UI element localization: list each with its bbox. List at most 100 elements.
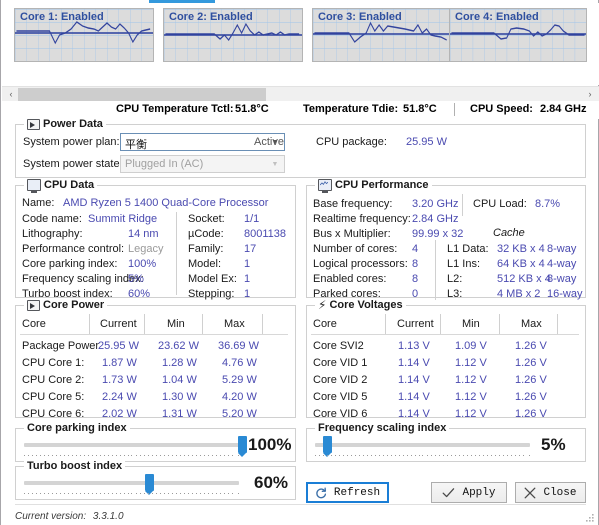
scrollbar-thumb[interactable] bbox=[18, 88, 266, 101]
table-cell: 5.29 W bbox=[222, 374, 257, 386]
core-graph-4[interactable]: Core 4: Enabled bbox=[449, 8, 587, 62]
table-row: Package Power bbox=[22, 340, 100, 352]
number-of-cores-value: 4 bbox=[412, 243, 419, 255]
l1-ins-label: L1 Ins: bbox=[447, 258, 481, 270]
chevron-down-icon: ▼ bbox=[271, 161, 279, 168]
power-data-title: Power Data bbox=[24, 118, 106, 130]
resize-grip-icon[interactable] bbox=[585, 513, 595, 523]
table-cell: 25.95 W bbox=[98, 340, 139, 352]
core-voltages-header-core: Core bbox=[313, 318, 337, 330]
lithography-value: 14 nm bbox=[128, 228, 159, 240]
close-button-label: Close bbox=[543, 486, 577, 499]
table-cell: 1.87 W bbox=[102, 357, 137, 369]
cpu-package-label: CPU package: bbox=[316, 136, 387, 148]
core-graph-4-label: Core 4: Enabled bbox=[455, 11, 539, 23]
version-value: 3.3.1.0 bbox=[92, 511, 124, 522]
frequency-scaling-index-label: Frequency scaling index: bbox=[22, 273, 144, 285]
scroll-left-arrow-icon[interactable]: ‹ bbox=[4, 87, 18, 102]
enabled-cores-label: Enabled cores: bbox=[313, 273, 387, 285]
cpu-data-title: CPU Data bbox=[24, 179, 98, 193]
core-power-header-min: Min bbox=[167, 318, 185, 330]
cpu-name-value: AMD Ryzen 5 1400 Quad-Core Processor bbox=[63, 197, 269, 209]
table-cell: 5.20 W bbox=[222, 408, 257, 420]
table-row: Core VID 1 bbox=[313, 357, 368, 369]
tctl-label: CPU Temperature Tctl: bbox=[116, 103, 234, 115]
app-window: Core 1: Enabled Core 2: Enabled Core 3: … bbox=[0, 0, 599, 525]
l1-ins-size: 64 KB x 4 bbox=[497, 258, 545, 270]
table-cell: 36.69 W bbox=[218, 340, 259, 352]
refresh-icon bbox=[316, 486, 326, 498]
refresh-button[interactable]: Refresh bbox=[306, 482, 389, 503]
socket-value: 1/1 bbox=[244, 213, 260, 225]
core-graph-2[interactable]: Core 2: Enabled bbox=[163, 8, 303, 62]
turbo-boost-index-title: Turbo boost index bbox=[24, 460, 126, 472]
system-power-plan-value: 平衡 bbox=[125, 139, 147, 151]
l3-ways: 16-way bbox=[547, 288, 583, 300]
core-graph-2-label: Core 2: Enabled bbox=[169, 11, 253, 23]
tdie-value: 51.8°C bbox=[403, 103, 437, 115]
cpu-name-label: Name: bbox=[22, 197, 55, 209]
core-power-group: Core Power Core Current Min Max Package … bbox=[15, 299, 296, 420]
core-parking-index-label: Core parking index: bbox=[22, 258, 118, 270]
code-name-value: Summit Ridge bbox=[88, 213, 158, 225]
horizontal-scrollbar[interactable]: ‹ › bbox=[2, 86, 599, 102]
core-parking-index-title: Core parking index bbox=[24, 422, 130, 434]
core-voltages-group: ⚡ Core Voltages Core Current Min Max Cor… bbox=[306, 299, 586, 420]
column-divider bbox=[440, 314, 441, 334]
slider-ticks bbox=[24, 451, 239, 456]
logical-processors-value: 8 bbox=[412, 258, 419, 270]
cpu-load-label: CPU Load: bbox=[473, 198, 527, 210]
bus-multiplier-label: Bus x Multiplier: bbox=[313, 228, 391, 240]
stepping-value: 1 bbox=[244, 288, 251, 300]
cache-title: Cache bbox=[493, 227, 525, 239]
version-label-text: Current version: bbox=[15, 511, 87, 522]
table-cell: 1.13 V bbox=[398, 340, 430, 352]
expand-box-icon[interactable] bbox=[27, 299, 40, 311]
core-parking-slider-thumb[interactable] bbox=[238, 436, 247, 457]
core-parking-index-group: Core parking index 100% bbox=[15, 422, 296, 462]
table-cell: 1.09 V bbox=[455, 340, 487, 352]
table-cell: 2.24 W bbox=[102, 391, 137, 403]
column-divider bbox=[176, 212, 177, 295]
core-parking-index-value: 100% bbox=[128, 258, 157, 270]
lithography-label: Lithography: bbox=[22, 228, 83, 240]
cpu-package-value: 25.95 W bbox=[406, 136, 447, 148]
check-icon bbox=[443, 487, 455, 497]
turbo-boost-slider-track[interactable] bbox=[24, 481, 239, 485]
l3-size: 4 MB x 2 bbox=[497, 288, 541, 300]
core-graph-1[interactable]: Core 1: Enabled bbox=[14, 8, 154, 62]
model-ex-label: Model Ex: bbox=[188, 273, 237, 285]
expand-box-icon[interactable] bbox=[27, 118, 40, 130]
table-cell: 1.26 V bbox=[515, 374, 547, 386]
header-rule bbox=[20, 334, 288, 335]
tctl-value: 51.8°C bbox=[235, 103, 269, 115]
table-cell: 1.14 V bbox=[398, 391, 430, 403]
refresh-button-label: Refresh bbox=[333, 486, 381, 499]
table-row: CPU Core 2: bbox=[22, 374, 85, 386]
core-graph-3[interactable]: Core 3: Enabled bbox=[312, 8, 452, 62]
monitor-icon bbox=[27, 179, 41, 193]
family-label: Family: bbox=[188, 243, 224, 255]
table-cell: 23.62 W bbox=[158, 340, 199, 352]
slider-ticks bbox=[24, 489, 239, 494]
logical-processors-label: Logical processors: bbox=[313, 258, 408, 270]
core-power-title-text: Core Power bbox=[43, 299, 105, 311]
cpu-speed-label: CPU Speed: bbox=[470, 103, 533, 115]
cpu-performance-title-text: CPU Performance bbox=[335, 179, 429, 191]
apply-button[interactable]: Apply bbox=[431, 482, 507, 503]
column-divider bbox=[557, 314, 558, 334]
l2-ways: 8-way bbox=[547, 273, 577, 285]
l1-data-size: 32 KB x 4 bbox=[497, 243, 545, 255]
close-button[interactable]: Close bbox=[515, 482, 586, 503]
turbo-boost-index-value: 60% bbox=[254, 473, 289, 492]
apply-button-label: Apply bbox=[462, 486, 496, 499]
close-icon bbox=[525, 487, 536, 498]
core-parking-index-title-text: Core parking index bbox=[27, 422, 127, 434]
table-cell: 1.14 V bbox=[398, 374, 430, 386]
table-cell: 2.02 W bbox=[102, 408, 137, 420]
core-graph-1-label: Core 1: Enabled bbox=[20, 11, 104, 23]
core-parking-slider-track[interactable] bbox=[24, 443, 239, 447]
scroll-right-arrow-icon[interactable]: › bbox=[583, 87, 597, 102]
table-cell: 1.04 W bbox=[162, 374, 197, 386]
frequency-scaling-slider-track[interactable] bbox=[315, 443, 530, 447]
